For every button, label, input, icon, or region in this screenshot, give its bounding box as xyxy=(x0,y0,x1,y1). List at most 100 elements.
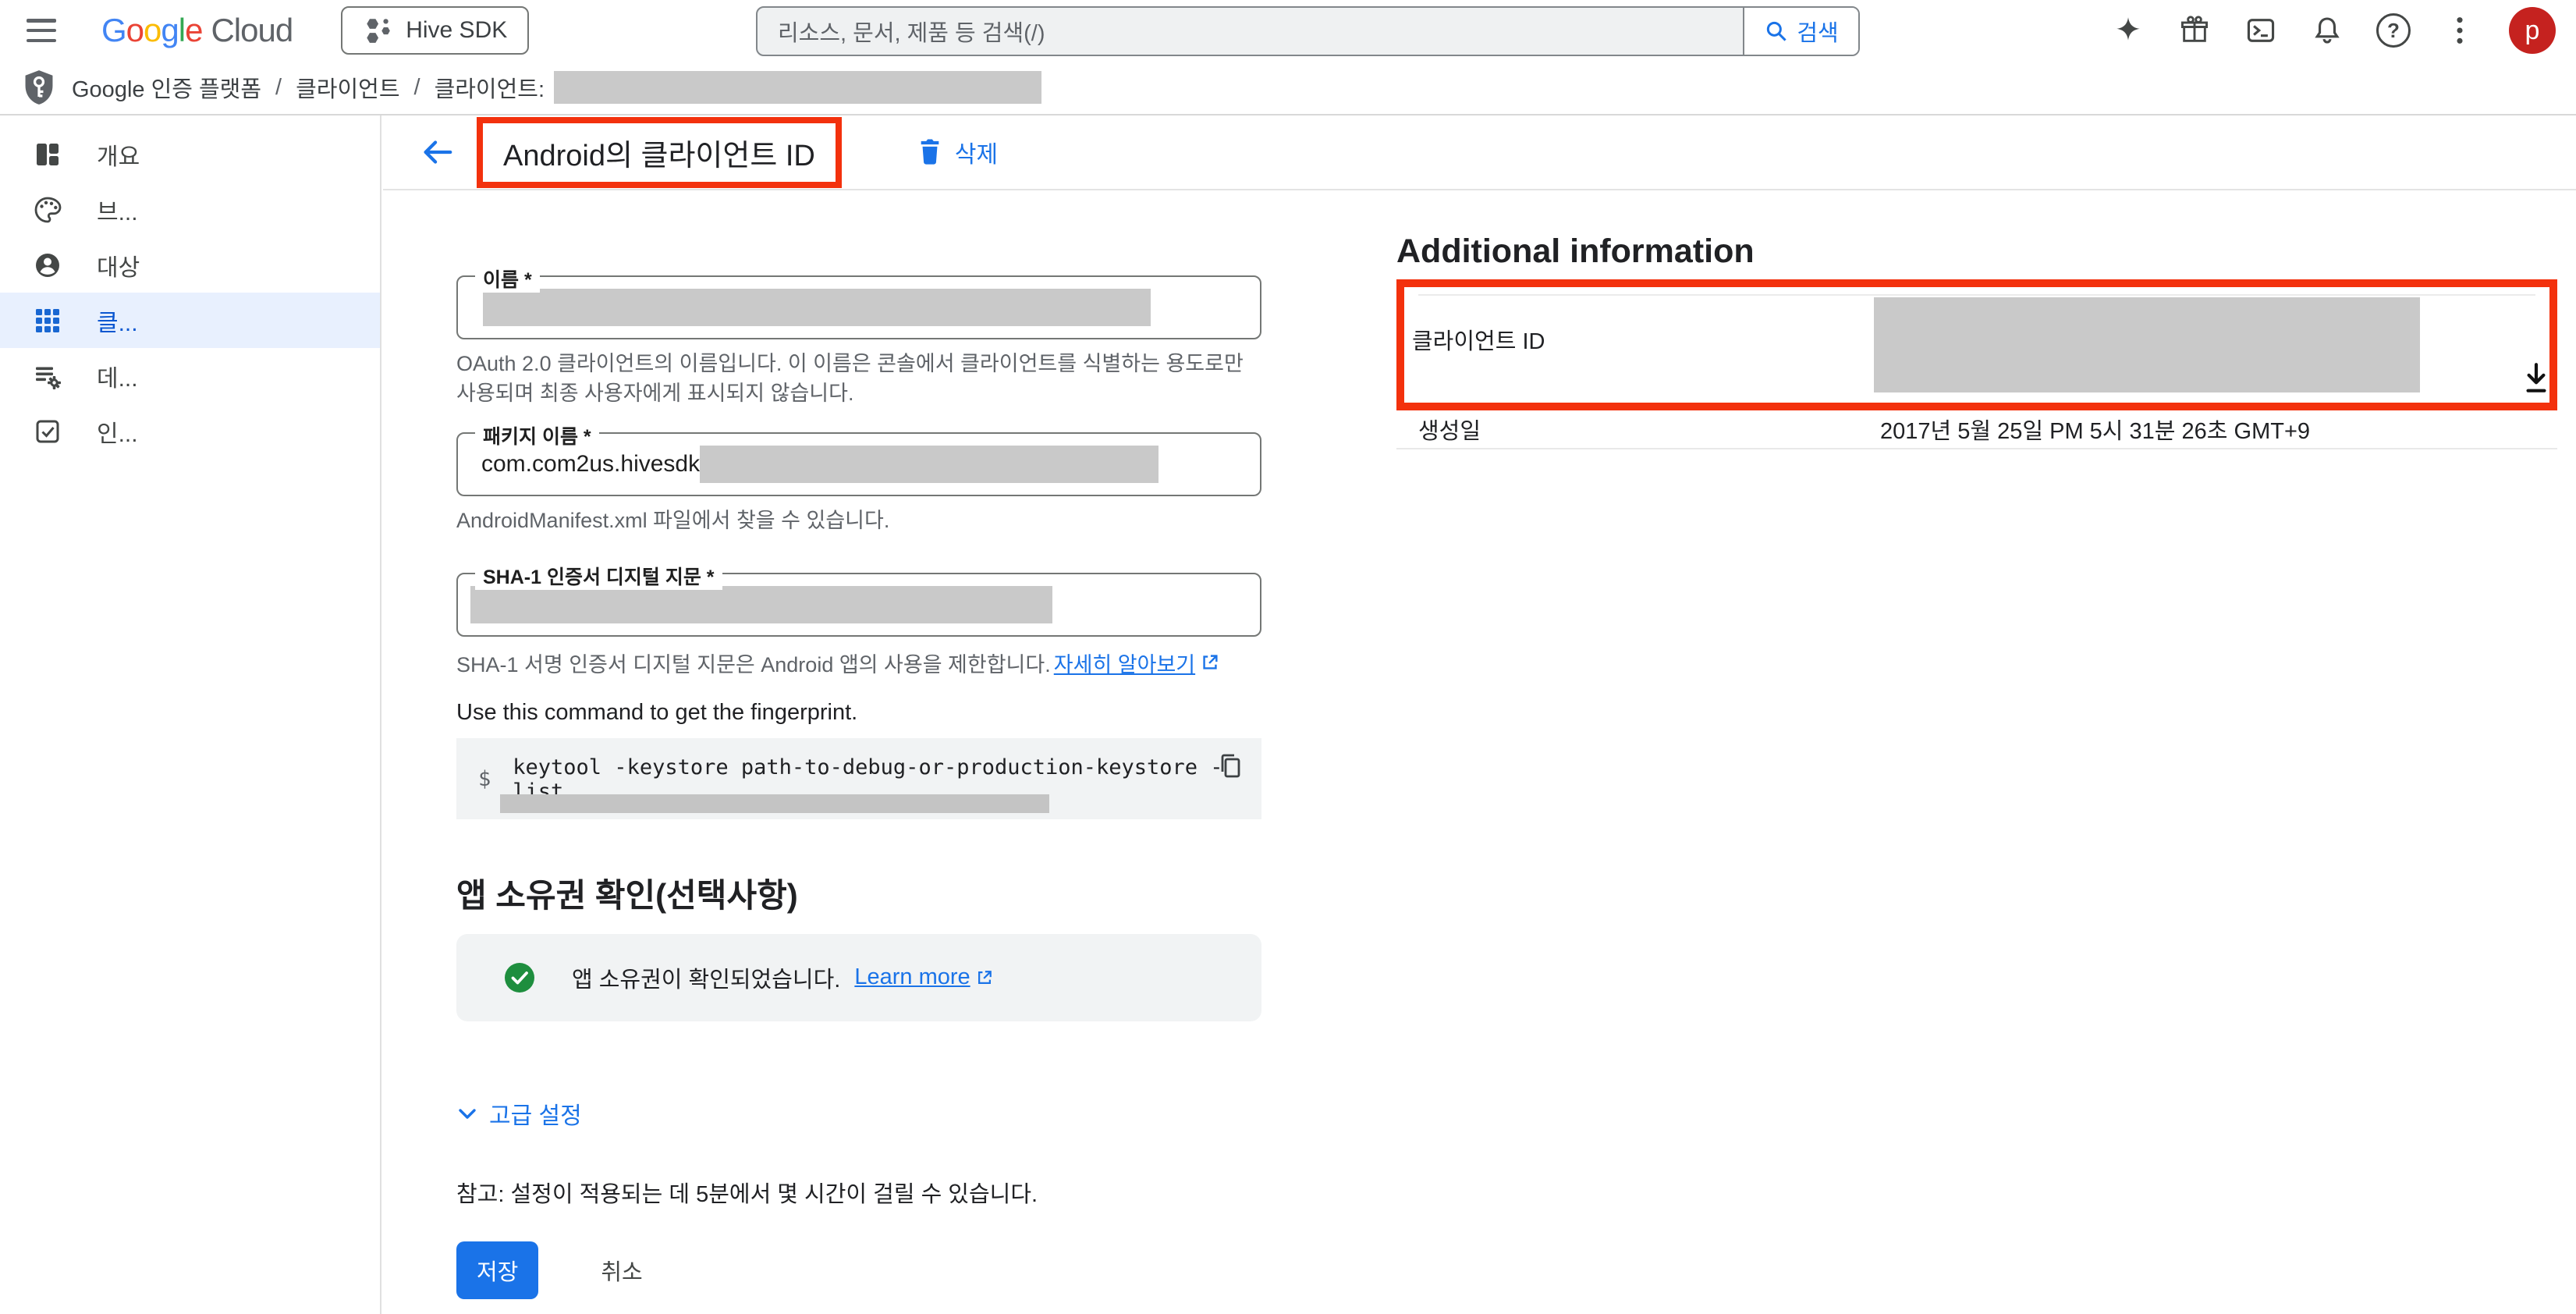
delete-button[interactable]: 삭제 xyxy=(917,135,998,169)
sha1-fingerprint-field[interactable]: SHA-1 인증서 디지털 지문 * xyxy=(456,573,1261,637)
search-button[interactable]: 검색 xyxy=(1743,8,1858,55)
google-cloud-logo[interactable]: G o o g l e Cloud xyxy=(101,12,293,49)
sidebar-item-label: 인... xyxy=(97,414,138,449)
external-link-icon xyxy=(975,968,994,987)
auth-platform-shield-icon xyxy=(22,69,56,106)
menu-icon[interactable] xyxy=(27,19,58,42)
sidebar-item-label: 개요 xyxy=(97,137,140,172)
person-icon xyxy=(33,250,62,280)
logo-letter: o xyxy=(126,12,144,49)
name-redacted-value xyxy=(483,289,1151,326)
page-title: Android의 클라이언트 ID xyxy=(503,131,815,174)
command-redacted-line xyxy=(500,794,1049,813)
top-app-bar: G o o g l e Cloud Hive SDK 리소스, 문서, 제품 등… xyxy=(0,0,2576,62)
shell-prompt: $ xyxy=(478,767,491,791)
client-edit-form: 이름 * OAuth 2.0 클라이언트의 이름입니다. 이 이름은 콘솔에서 … xyxy=(456,190,1261,1299)
learn-more-link-ownership[interactable]: Learn more xyxy=(854,964,993,990)
palette-icon xyxy=(33,195,62,225)
package-name-field[interactable]: 패키지 이름 * com.com2us.hivesdk xyxy=(456,432,1261,496)
sidebar-item-audience[interactable]: 대상 xyxy=(0,237,380,293)
checkbox-icon xyxy=(33,417,62,446)
keytool-command-block: $ keytool -keystore path-to-debug-or-pro… xyxy=(456,738,1261,819)
gcp-console-page: G o o g l e Cloud Hive SDK 리소스, 문서, 제품 등… xyxy=(0,0,2576,1314)
sidebar-item-branding[interactable]: 브... xyxy=(0,182,380,237)
sidebar-item-data-access[interactable]: 데... xyxy=(0,348,380,403)
more-options-icon[interactable] xyxy=(2443,13,2477,48)
created-date-label: 생성일 xyxy=(1418,413,1880,446)
client-id-redacted-value xyxy=(1874,297,2420,392)
package-name-value: com.com2us.hivesdk xyxy=(481,451,700,478)
sidebar-item-label: 브... xyxy=(97,193,138,227)
sidebar-item-clients[interactable]: 클... xyxy=(0,293,380,348)
package-redacted-suffix xyxy=(700,446,1158,483)
help-icon[interactable]: ? xyxy=(2376,13,2411,48)
name-helper-text: OAuth 2.0 클라이언트의 이름입니다. 이 이름은 콘솔에서 클라이언트… xyxy=(456,349,1261,409)
search-icon xyxy=(1764,19,1789,44)
gemini-sparkle-icon[interactable] xyxy=(2111,13,2145,48)
apps-grid-icon xyxy=(33,306,62,336)
search-bar: 리소스, 문서, 제품 등 검색(/) 검색 xyxy=(756,6,1860,56)
project-hexagons-icon xyxy=(363,16,392,45)
package-helper-text: AndroidManifest.xml 파일에서 찾을 수 있습니다. xyxy=(456,506,1261,535)
cancel-button[interactable]: 취소 xyxy=(596,1253,647,1287)
trash-icon xyxy=(917,138,943,166)
ownership-status-text: 앱 소유권이 확인되었습니다. xyxy=(572,961,840,994)
form-actions: 저장 취소 xyxy=(456,1241,1261,1299)
breadcrumb-detail-prefix: 클라이언트: xyxy=(435,71,545,104)
sidebar-item-overview[interactable]: 개요 xyxy=(0,126,380,182)
list-gear-icon xyxy=(33,361,62,391)
created-date-row: 생성일 2017년 5월 25일 PM 5시 31분 26초 GMT+9 xyxy=(1396,410,2557,449)
created-date-value: 2017년 5월 25일 PM 5시 31분 26초 GMT+9 xyxy=(1880,413,2310,446)
cloud-shell-icon[interactable] xyxy=(2244,13,2278,48)
breadcrumb-redacted-client-name xyxy=(554,71,1041,104)
dashboard-icon xyxy=(33,140,62,169)
project-selector[interactable]: Hive SDK xyxy=(341,6,529,55)
external-link-icon xyxy=(1200,652,1220,673)
logo-letter: e xyxy=(185,12,202,49)
sidebar-item-label: 대상 xyxy=(97,248,140,282)
account-avatar[interactable]: p xyxy=(2509,7,2556,54)
package-field-label: 패키지 이름 * xyxy=(475,421,599,449)
project-name: Hive SDK xyxy=(406,17,507,44)
breadcrumb-separator: / xyxy=(414,75,420,101)
logo-letter: G xyxy=(101,12,126,49)
copy-icon[interactable] xyxy=(1216,752,1244,780)
search-button-label: 검색 xyxy=(1797,15,1838,48)
breadcrumb-separator: / xyxy=(275,75,282,101)
client-id-label: 클라이언트 ID xyxy=(1412,323,1545,356)
logo-cloud-text: Cloud xyxy=(211,12,293,49)
advanced-settings-toggle[interactable]: 고급 설정 xyxy=(456,1096,1261,1131)
client-id-annotation-box: 클라이언트 ID xyxy=(1396,279,2557,410)
notifications-bell-icon[interactable] xyxy=(2310,13,2344,48)
ownership-status-panel: 앱 소유권이 확인되었습니다. Learn more xyxy=(456,934,1261,1021)
fingerprint-hint-text: Use this command to get the fingerprint. xyxy=(456,688,1261,726)
breadcrumb-section[interactable]: 클라이언트 xyxy=(296,71,399,104)
breadcrumb-root[interactable]: Google 인증 플랫폼 xyxy=(72,71,261,104)
logo-letter: o xyxy=(144,12,161,49)
page-header: Android의 클라이언트 ID 삭제 xyxy=(383,115,2576,190)
learn-more-link-label: Learn more xyxy=(854,964,970,990)
delete-button-label: 삭제 xyxy=(955,135,998,169)
sidebar-nav: 개요 브... 대상 xyxy=(0,115,381,1314)
learn-more-link-label: 자세히 알아보기 xyxy=(1054,648,1195,678)
title-annotation-box: Android의 클라이언트 ID xyxy=(477,117,842,188)
sha1-helper-text: SHA-1 서명 인증서 디지털 지문은 Android 앱의 사용을 제한합니… xyxy=(456,648,1051,678)
name-field-label: 이름 * xyxy=(475,265,540,293)
advanced-settings-label: 고급 설정 xyxy=(489,1096,582,1131)
sha1-field-label: SHA-1 인증서 디지털 지문 * xyxy=(475,562,722,590)
back-arrow-icon[interactable] xyxy=(419,134,455,170)
topbar-actions: ? p xyxy=(2111,0,2556,61)
gift-icon[interactable] xyxy=(2177,13,2212,48)
additional-information-section: Additional information 클라이언트 ID 생성일 2017… xyxy=(1396,231,2557,449)
ownership-section-heading: 앱 소유권 확인(선택사항) xyxy=(456,869,1261,917)
sidebar-item-label: 데... xyxy=(97,359,138,393)
sidebar-item-verification[interactable]: 인... xyxy=(0,403,380,459)
name-field[interactable]: 이름 * xyxy=(456,275,1261,339)
row-divider xyxy=(1418,294,2535,296)
search-input[interactable]: 리소스, 문서, 제품 등 검색(/) xyxy=(758,8,1743,55)
download-icon[interactable] xyxy=(2518,360,2554,396)
save-button[interactable]: 저장 xyxy=(456,1241,538,1299)
propagation-note: 참고: 설정이 적용되는 데 5분에서 몇 시간이 걸릴 수 있습니다. xyxy=(456,1176,1261,1209)
learn-more-link-sha1[interactable]: 자세히 알아보기 xyxy=(1054,648,1220,678)
chevron-down-icon xyxy=(456,1103,478,1124)
